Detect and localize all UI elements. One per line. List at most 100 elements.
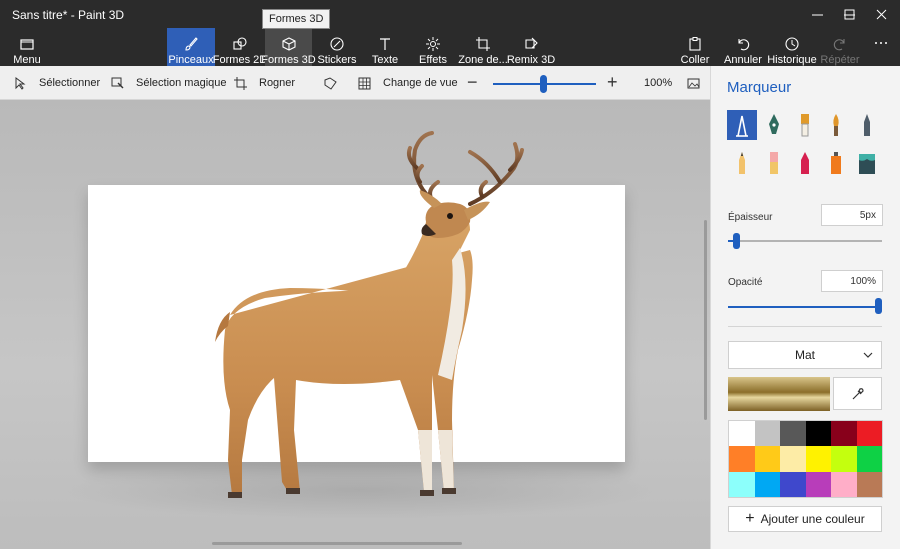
oil-brush-button[interactable] [790,110,820,140]
palette-swatch[interactable] [856,471,882,497]
pencil-icon [739,152,745,174]
undo-icon [736,33,750,51]
3d-view-button[interactable] [324,66,349,100]
watercolor-button[interactable] [821,110,851,140]
undo-button[interactable]: Annuler [720,28,766,66]
stickers-tab[interactable]: Stickers [314,28,360,66]
more-options-button[interactable] [866,28,896,66]
crayon-icon [801,152,809,174]
calligraphy-pen-icon [769,114,779,134]
color-palette [728,420,883,498]
brush-icon [184,33,198,51]
change-view-button[interactable]: Change de vue [358,66,458,100]
grid-icon [358,77,371,89]
crop-icon [234,76,247,90]
title-bar: Sans titre* - Paint 3D [0,0,900,28]
pixel-pen-icon [864,114,870,136]
palette-swatch[interactable] [805,446,831,472]
palette-swatch[interactable] [780,446,806,472]
history-icon [785,33,799,51]
crop-button[interactable]: Rogner [234,66,295,100]
folder-icon [20,33,34,51]
cursor-icon [15,76,26,90]
eyedropper-button[interactable] [833,377,882,410]
sticker-icon [330,33,344,51]
palette-swatch[interactable] [831,471,857,497]
add-color-button[interactable]: + Ajouter une couleur [728,506,882,532]
vertical-scrollbar[interactable] [704,220,707,420]
current-color-swatch[interactable] [728,377,830,411]
horizontal-scrollbar[interactable] [212,542,462,545]
thickness-label: Épaisseur [728,212,773,223]
zoom-out-button[interactable]: − [467,72,478,93]
brushes-tab[interactable]: Pinceaux [167,28,215,66]
magic-select-button[interactable]: Sélection magique [111,66,227,100]
top-bar: Sans titre* - Paint 3D Menu Pinceaux For… [0,0,900,66]
palette-swatch[interactable] [729,421,755,447]
pixel-pen-button[interactable] [852,110,882,140]
palette-swatch[interactable] [805,471,831,497]
more-icon [874,28,888,50]
spray-can-button[interactable] [821,148,851,178]
palette-swatch[interactable] [754,471,780,497]
canvas-icon [476,33,490,51]
history-button[interactable]: Historique [767,28,817,66]
brush-properties-panel: Marqueur Épaisseur 5px Opacité 100% Mat [710,66,900,549]
palette-swatch[interactable] [780,471,806,497]
palette-swatch[interactable] [754,421,780,447]
image-options-button[interactable] [687,66,700,100]
zoom-slider-thumb[interactable] [540,75,547,93]
opacity-slider-fill [728,306,882,308]
palette-swatch[interactable] [831,446,857,472]
zoom-in-button[interactable]: + [607,72,618,93]
eraser-button[interactable] [759,148,789,178]
calligraphy-pen-button[interactable] [759,110,789,140]
marker-brush-button[interactable] [727,110,757,140]
paste-button[interactable]: Coller [676,28,714,66]
shapes-3d-tab[interactable]: Formes 3D [261,28,316,66]
maximize-button[interactable] [832,0,866,28]
palette-swatch[interactable] [754,446,780,472]
close-button[interactable] [864,0,898,28]
redo-button[interactable]: Répéter [817,28,863,66]
palette-swatch[interactable] [831,421,857,447]
opacity-label: Opacité [728,277,763,288]
palette-swatch[interactable] [729,446,755,472]
remix-3d-tab[interactable]: Remix 3D [507,28,555,66]
workspace[interactable] [0,100,710,549]
thickness-slider-track[interactable] [728,240,882,242]
shapes-2d-tab[interactable]: Formes 2D [213,28,267,66]
finish-dropdown[interactable]: Mat [728,341,882,369]
canvas-tab[interactable]: Zone de... [458,28,508,66]
oil-brush-icon [801,114,809,137]
zoom-level: 100% [644,77,673,89]
deer-3d-model[interactable] [170,130,540,520]
effects-tab[interactable]: Effets [410,28,456,66]
palette-swatch[interactable] [729,471,755,497]
eyedropper-icon [852,387,864,399]
pencil-button[interactable] [727,148,757,178]
opacity-field[interactable]: 100% [821,270,883,292]
eraser-icon [770,152,778,174]
tool-options-bar: Sélectionner Sélection magique Rogner Ch… [0,66,710,100]
panel-title: Marqueur [727,79,792,96]
plus-icon: + [745,510,755,527]
palette-swatch[interactable] [805,421,831,447]
palette-swatch[interactable] [856,446,882,472]
minimize-button[interactable] [800,0,834,28]
menu-button[interactable]: Menu [4,28,50,66]
remix-icon [524,33,538,51]
close-icon [876,9,886,19]
palette-swatch[interactable] [780,421,806,447]
fill-button[interactable] [852,148,882,178]
thickness-field[interactable]: 5px [821,204,883,226]
thickness-slider-thumb[interactable] [733,233,740,249]
palette-swatch[interactable] [856,421,882,447]
divider [728,326,882,327]
text-tab[interactable]: Texte [362,28,408,66]
crayon-button[interactable] [790,148,820,178]
maximize-icon [844,9,854,19]
chevron-down-icon [863,352,873,358]
select-button[interactable]: Sélectionner [14,66,100,100]
opacity-slider-thumb[interactable] [875,298,882,314]
